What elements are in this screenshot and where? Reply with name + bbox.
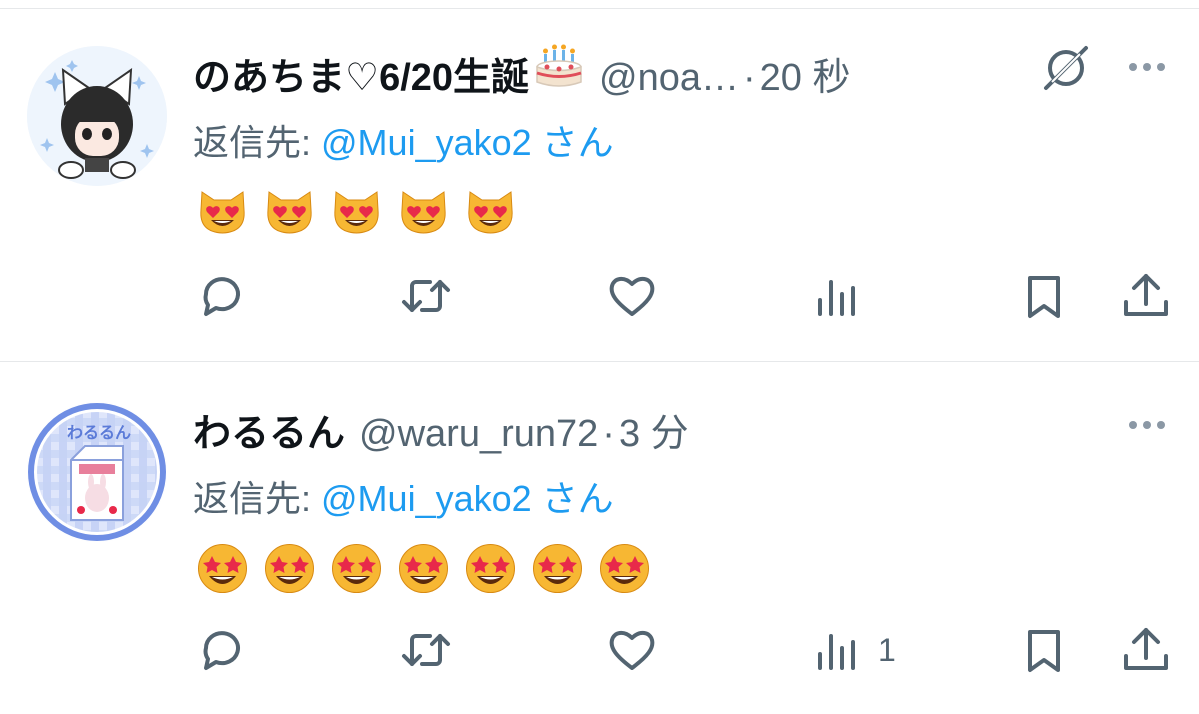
grok-icon[interactable] xyxy=(1040,42,1092,94)
milk-carton-avatar-icon: わるるん xyxy=(27,402,167,542)
like-icon[interactable] xyxy=(606,624,658,676)
avatar[interactable] xyxy=(27,46,167,186)
reply-suffix: さん xyxy=(531,122,614,163)
reply-icon[interactable] xyxy=(196,270,248,322)
reply-prefix: 返信先: xyxy=(193,122,322,163)
star-struck-emoji xyxy=(332,544,381,593)
timestamp[interactable]: 3 分 xyxy=(619,402,689,457)
tweet-2[interactable]: わるるん わるるん @waru_run72 · 3 分 返信先: @Mui_ya… xyxy=(0,362,1199,714)
reply-context: 返信先: @Mui_yako2 さん xyxy=(193,470,614,522)
smiling-cat-heart-eyes-emoji xyxy=(334,191,379,234)
dot xyxy=(1129,421,1137,429)
timestamp[interactable]: 20 秒 xyxy=(760,46,851,101)
separator-dot: · xyxy=(743,57,756,99)
dot xyxy=(1157,421,1165,429)
share-icon[interactable] xyxy=(1120,270,1172,322)
reply-mention-link[interactable]: @Mui_yako2 xyxy=(321,122,532,163)
avatar[interactable]: わるるん xyxy=(27,402,167,542)
bookmark-icon[interactable] xyxy=(1018,624,1070,676)
dot xyxy=(1157,63,1165,71)
views-count[interactable]: 1 xyxy=(878,632,896,669)
reply-icon[interactable] xyxy=(196,624,248,676)
tweet-1[interactable]: のあちま♡6/20生誕 @noa… · 20 秒 返信先: @Mui_yako2… xyxy=(0,0,1199,352)
more-options-icon[interactable] xyxy=(1122,410,1172,440)
tweet-text xyxy=(196,184,517,237)
display-name[interactable]: のあちま♡6/20生誕 xyxy=(193,46,529,101)
birthday-cake-icon xyxy=(533,40,585,90)
avatar-caption: わるるん xyxy=(67,423,131,442)
reply-prefix: 返信先: xyxy=(193,478,322,519)
star-struck-emoji xyxy=(198,544,247,593)
repost-icon[interactable] xyxy=(400,624,452,676)
tweet-header: のあちま♡6/20生誕 @noa… · 20 秒 xyxy=(193,40,851,101)
smiling-cat-heart-eyes-emoji xyxy=(267,191,312,234)
smiling-cat-heart-eyes-emoji xyxy=(468,191,513,234)
views-icon[interactable] xyxy=(812,270,864,322)
reply-suffix: さん xyxy=(531,478,614,519)
dot xyxy=(1143,421,1151,429)
more-options-icon[interactable] xyxy=(1122,52,1172,82)
star-struck-emoji xyxy=(533,544,582,593)
separator-dot: · xyxy=(602,413,615,455)
top-divider xyxy=(0,8,1199,9)
star-struck-emoji xyxy=(399,544,448,593)
smiling-cat-heart-eyes-emoji xyxy=(200,191,245,234)
tweet-header: わるるん @waru_run72 · 3 分 xyxy=(193,402,689,457)
display-name[interactable]: わるるん xyxy=(193,402,345,457)
dot xyxy=(1129,63,1137,71)
share-icon[interactable] xyxy=(1120,624,1172,676)
reply-context: 返信先: @Mui_yako2 さん xyxy=(193,114,614,166)
star-struck-emoji xyxy=(265,544,314,593)
user-handle[interactable]: @noa… xyxy=(599,57,739,100)
star-struck-emoji xyxy=(600,544,649,593)
catgirl-avatar-icon xyxy=(27,46,167,186)
smiling-cat-heart-eyes-emoji xyxy=(401,191,446,234)
tweet-text xyxy=(196,542,651,595)
star-struck-emoji xyxy=(466,544,515,593)
views-icon[interactable] xyxy=(812,624,864,676)
reply-mention-link[interactable]: @Mui_yako2 xyxy=(321,478,532,519)
repost-icon[interactable] xyxy=(400,270,452,322)
bookmark-icon[interactable] xyxy=(1018,270,1070,322)
user-handle[interactable]: @waru_run72 xyxy=(359,413,598,456)
like-icon[interactable] xyxy=(606,270,658,322)
dot xyxy=(1143,63,1151,71)
